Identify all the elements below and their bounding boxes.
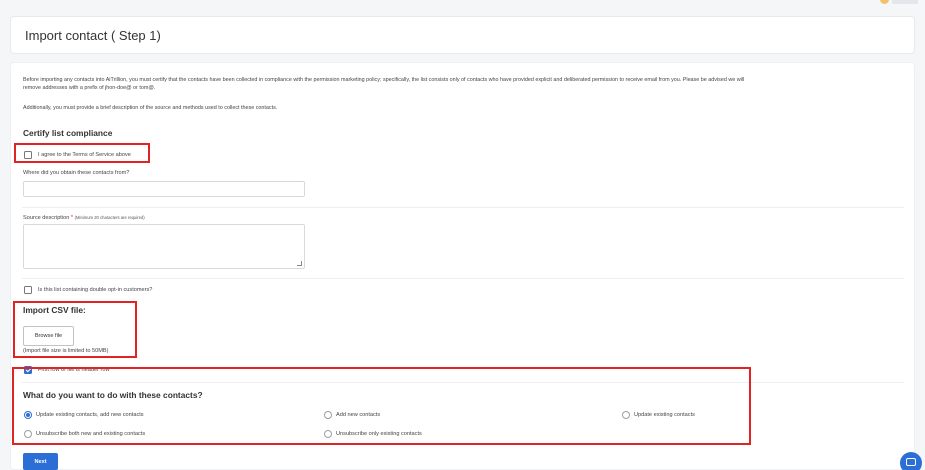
source-description-textarea[interactable] [23,224,305,269]
user-avatar[interactable] [880,0,889,4]
next-button[interactable]: Next [23,453,58,470]
csv-heading: Import CSV file: [23,305,86,315]
intro-paragraph-line1: Before importing any contacts into AiTri… [23,77,745,83]
header-row-label[interactable]: First row of file is header row [38,367,110,373]
double-optin-checkbox[interactable] [24,286,32,294]
source-description-hint: (Minimum 20 characters are required) [74,215,145,220]
intro-paragraph-2: Additionally, you must provide a brief d… [23,105,278,111]
option-unsubscribe-existing-label[interactable]: Unsubscribe only existing contacts [336,431,422,437]
header-row-checkbox[interactable] [24,366,32,374]
chat-launcher-button[interactable] [900,452,922,470]
option-update-existing-label[interactable]: Update existing contacts [634,412,695,418]
source-description-label-text: Source description [23,215,70,221]
divider [22,382,904,383]
browse-file-button[interactable]: Browse file [23,326,74,346]
option-unsubscribe-all-radio[interactable] [24,430,32,438]
top-bar [0,0,925,6]
option-add-new-radio[interactable] [324,411,332,419]
chat-bubble-icon [906,458,916,466]
agree-terms-label[interactable]: I agree to the Terms of Service above [38,152,131,158]
source-label: Where did you obtain these contacts from… [23,170,130,176]
divider [22,207,904,208]
double-optin-label[interactable]: Is this list containing double opt-in cu… [38,287,152,293]
option-unsubscribe-all-label[interactable]: Unsubscribe both new and existing contac… [36,431,145,437]
option-update-existing-radio[interactable] [622,411,630,419]
option-add-new-label[interactable]: Add new contacts [336,412,380,418]
agree-terms-checkbox[interactable] [24,151,32,159]
intro-paragraph-line2: remove addresses with a prefix of jhon-d… [23,85,156,91]
page-title: Import contact ( Step 1) [25,28,161,43]
top-menu-button[interactable] [892,0,918,4]
resize-handle-icon[interactable] [297,261,302,266]
compliance-heading: Certify list compliance [23,128,113,138]
action-heading: What do you want to do with these contac… [23,390,203,400]
option-update-add-label[interactable]: Update existing contacts, add new contac… [36,412,144,418]
required-mark: * [70,215,74,221]
source-input[interactable] [23,181,305,197]
divider [22,278,904,279]
csv-size-note: (Import file size is limited to 50MB) [23,348,109,354]
source-description-label: Source description * (Minimum 20 charact… [23,215,145,221]
option-update-add-radio[interactable] [24,411,32,419]
option-unsubscribe-existing-radio[interactable] [324,430,332,438]
page-header: Import contact ( Step 1) [10,16,915,54]
